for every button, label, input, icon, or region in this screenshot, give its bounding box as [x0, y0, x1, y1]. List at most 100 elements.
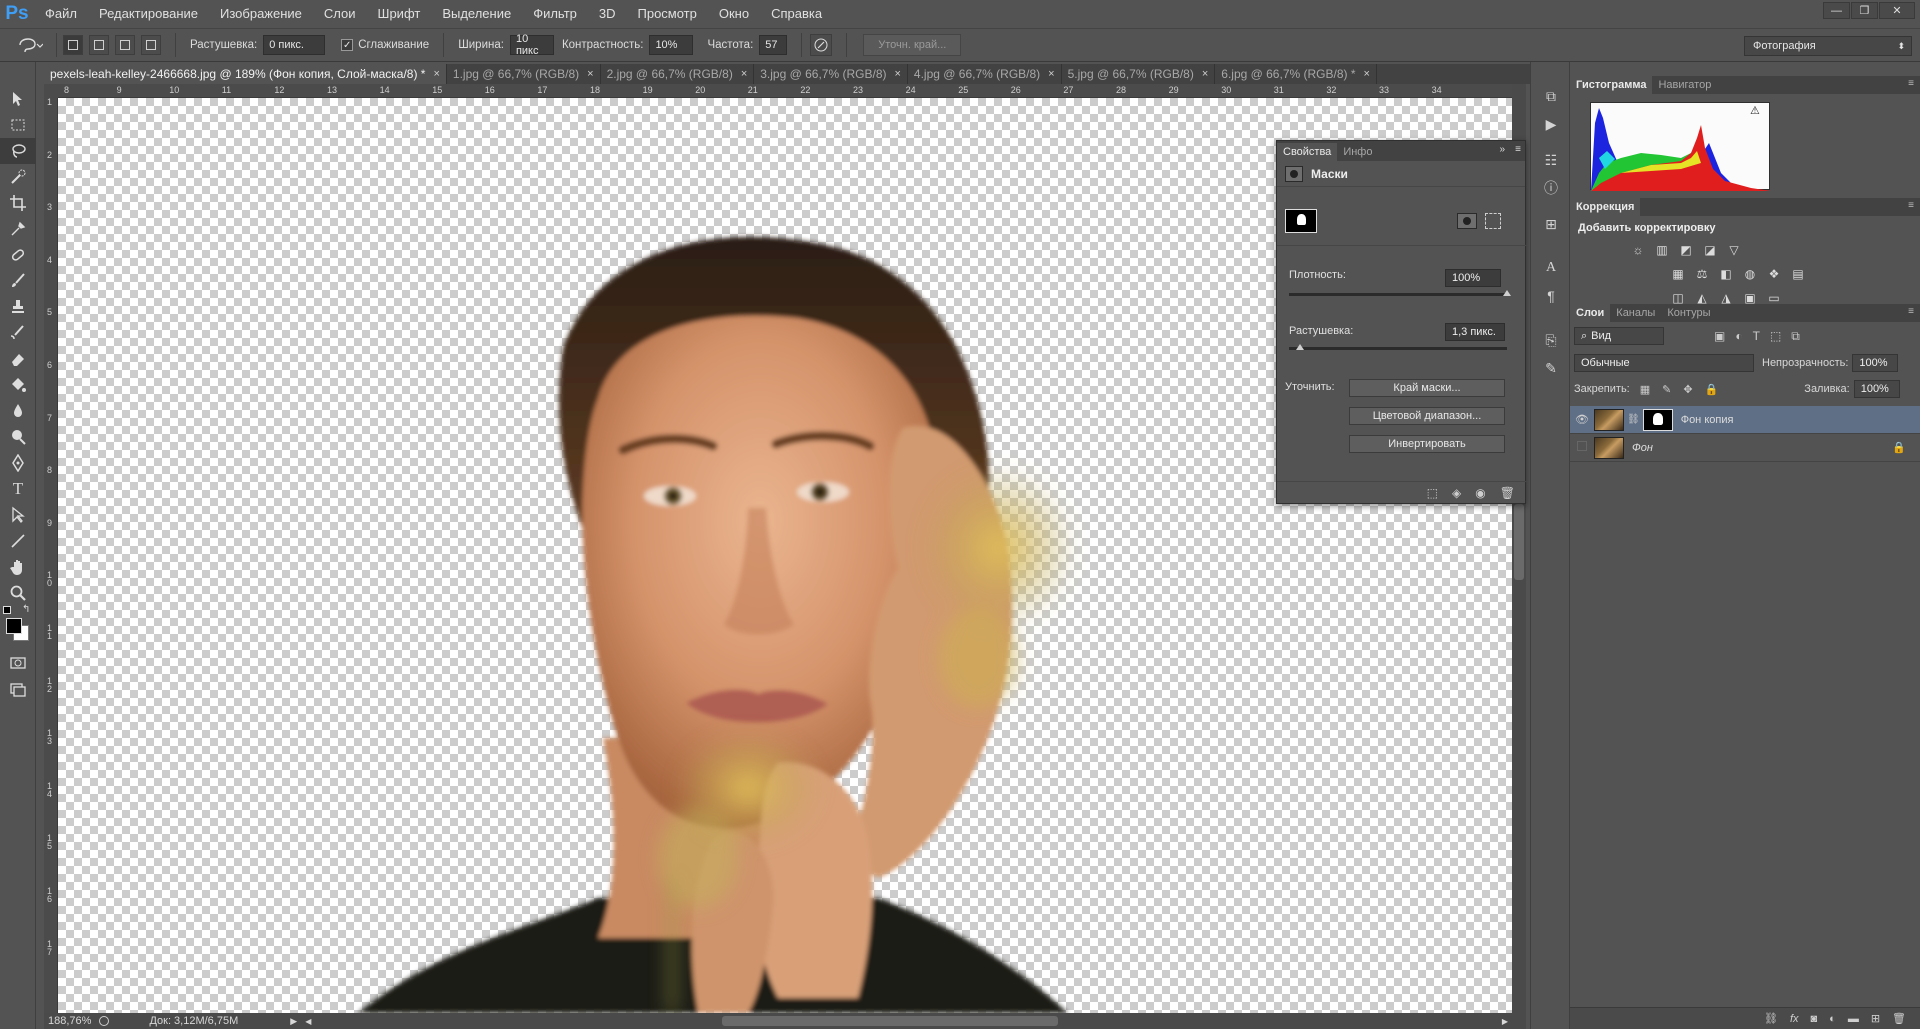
mask-edge-button[interactable]: Край маски...: [1349, 379, 1505, 397]
hand-tool-icon[interactable]: [0, 554, 36, 580]
delete-layer-icon[interactable]: 🗑: [1892, 1012, 1906, 1025]
channel-mixer-icon[interactable]: ❖: [1766, 266, 1782, 282]
eyedropper-tool-icon[interactable]: [0, 216, 36, 242]
feather-slider-track[interactable]: [1289, 347, 1507, 350]
close-tab-icon[interactable]: ×: [894, 68, 900, 80]
type-tool-icon[interactable]: T: [0, 476, 36, 502]
move-tool-icon[interactable]: [0, 86, 36, 112]
link-layers-icon[interactable]: ⛓: [1764, 1012, 1778, 1025]
color-balance-icon[interactable]: ⚖: [1694, 266, 1710, 282]
lasso-tool-icon[interactable]: [0, 138, 36, 164]
close-button[interactable]: ✕: [1879, 2, 1915, 19]
black-white-icon[interactable]: ◧: [1718, 266, 1734, 282]
panel-menu-icon[interactable]: ≡: [1908, 200, 1914, 211]
scroll-left-arrow-icon[interactable]: ◀: [305, 1017, 311, 1026]
tab-adjustments[interactable]: Коррекция: [1570, 198, 1641, 216]
new-layer-icon[interactable]: ⊞: [1871, 1012, 1880, 1025]
marquee-tool-icon[interactable]: [0, 112, 36, 138]
invert-button[interactable]: Инвертировать: [1349, 435, 1505, 453]
document-tab[interactable]: 2.jpg @ 66,7% (RGB/8) ×: [601, 64, 755, 84]
layer-row[interactable]: Фон 🔒: [1570, 434, 1920, 462]
close-tab-icon[interactable]: ×: [433, 68, 439, 80]
paragraph-panel-icon[interactable]: ¶: [1531, 282, 1571, 310]
fill-field[interactable]: 100%: [1853, 380, 1900, 398]
menu-3d[interactable]: 3D: [588, 0, 627, 28]
new-group-icon[interactable]: ▬: [1848, 1013, 1859, 1025]
lock-all-icon[interactable]: 🔒: [1705, 383, 1719, 396]
menu-help[interactable]: Справка: [760, 0, 833, 28]
swap-colors-icon[interactable]: ↰: [22, 604, 30, 615]
close-tab-icon[interactable]: ×: [1048, 68, 1054, 80]
mask-thumbnail[interactable]: [1285, 209, 1317, 233]
document-tab[interactable]: 4.jpg @ 66,7% (RGB/8) ×: [908, 64, 1062, 84]
color-range-button[interactable]: Цветовой диапазон...: [1349, 407, 1505, 425]
paint-bucket-tool-icon[interactable]: [0, 372, 36, 398]
feather-slider-handle[interactable]: [1295, 344, 1304, 350]
panel-menu-icon[interactable]: ≡: [1908, 78, 1914, 89]
intersect-selection-icon[interactable]: [141, 35, 161, 55]
document-tab[interactable]: 3.jpg @ 66,7% (RGB/8) ×: [754, 64, 908, 84]
screen-mode-icon[interactable]: [0, 676, 36, 702]
minimize-button[interactable]: —: [1823, 2, 1850, 19]
zoom-level[interactable]: 188,76%: [48, 1015, 91, 1027]
eye-icon[interactable]: 👁: [1570, 413, 1594, 426]
tool-presets-icon[interactable]: ⊞: [1531, 210, 1571, 238]
feather-field[interactable]: 0 пикс.: [263, 35, 326, 55]
load-selection-icon[interactable]: ⬚: [1427, 486, 1438, 500]
properties-panel-icon[interactable]: ☷: [1531, 146, 1571, 174]
pen-pressure-icon[interactable]: [810, 34, 833, 56]
filter-shape-icon[interactable]: ⬚: [1770, 329, 1781, 344]
new-selection-icon[interactable]: [63, 35, 83, 55]
layer-name[interactable]: Фон: [1632, 442, 1653, 454]
menu-layer[interactable]: Слои: [313, 0, 367, 28]
path-selection-tool-icon[interactable]: [0, 502, 36, 528]
brightness-contrast-icon[interactable]: ☼: [1630, 242, 1646, 258]
default-colors-icon[interactable]: [3, 606, 11, 614]
visibility-off-checkbox[interactable]: [1570, 441, 1594, 454]
hue-saturation-icon[interactable]: ▦: [1670, 266, 1686, 282]
document-tab[interactable]: 1.jpg @ 66,7% (RGB/8) ×: [447, 64, 601, 84]
panel-menu-icon[interactable]: ≡: [1908, 306, 1914, 317]
character-panel-icon[interactable]: A: [1531, 254, 1571, 282]
filter-smart-object-icon[interactable]: ⧉: [1791, 329, 1800, 344]
antialias-checkbox[interactable]: ✓: [341, 39, 354, 51]
lock-transparency-icon[interactable]: ▦: [1640, 383, 1650, 396]
exposure-icon[interactable]: ◪: [1702, 242, 1718, 258]
close-tab-icon[interactable]: ×: [1364, 68, 1370, 80]
tab-channels[interactable]: Каналы: [1610, 304, 1661, 322]
info-panel-icon[interactable]: ⓘ: [1531, 174, 1571, 202]
menu-type[interactable]: Шрифт: [367, 0, 432, 28]
photo-filter-icon[interactable]: ◍: [1742, 266, 1758, 282]
status-info-icon[interactable]: [99, 1016, 110, 1026]
document-tab[interactable]: pexels-leah-kelley-2466668.jpg @ 189% (Ф…: [44, 64, 447, 84]
curves-icon[interactable]: ◩: [1678, 242, 1694, 258]
color-swatches[interactable]: ↰: [0, 604, 35, 650]
width-field[interactable]: 10 пикс: [509, 33, 554, 57]
layer-filter-select[interactable]: ⌕ Вид: [1574, 327, 1664, 345]
tab-paths[interactable]: Контуры: [1661, 304, 1716, 322]
status-menu-arrow-icon[interactable]: ▶: [290, 1016, 297, 1027]
tab-layers[interactable]: Слои: [1570, 304, 1611, 322]
filter-pixel-icon[interactable]: ▣: [1714, 329, 1725, 344]
tab-navigator[interactable]: Навигатор: [1652, 76, 1717, 94]
delete-mask-icon[interactable]: 🗑: [1500, 486, 1515, 500]
zoom-tool-icon[interactable]: [0, 580, 36, 606]
history-panel-icon[interactable]: ⧉: [1531, 82, 1571, 110]
scroll-right-arrow-icon[interactable]: ▶: [1502, 1017, 1508, 1026]
eraser-tool-icon[interactable]: [0, 346, 36, 372]
magnetic-lasso-preset-icon[interactable]: [8, 31, 52, 59]
menu-select[interactable]: Выделение: [431, 0, 522, 28]
density-slider-track[interactable]: [1289, 293, 1507, 296]
vertical-scroll-thumb[interactable]: [1514, 504, 1524, 580]
collapse-panel-icon[interactable]: »: [1499, 144, 1505, 155]
menu-file[interactable]: Файл: [34, 0, 88, 28]
close-tab-icon[interactable]: ×: [741, 68, 747, 80]
clone-stamp-tool-icon[interactable]: [0, 294, 36, 320]
filter-type-icon[interactable]: T: [1753, 329, 1760, 344]
menu-image[interactable]: Изображение: [209, 0, 313, 28]
tab-info[interactable]: Инфо: [1337, 143, 1378, 161]
menu-view[interactable]: Просмотр: [627, 0, 708, 28]
layer-row[interactable]: 👁 ⛓ Фон копия: [1570, 406, 1920, 434]
blend-mode-select[interactable]: Обычные: [1574, 354, 1754, 372]
history-brush-tool-icon[interactable]: [0, 320, 36, 346]
